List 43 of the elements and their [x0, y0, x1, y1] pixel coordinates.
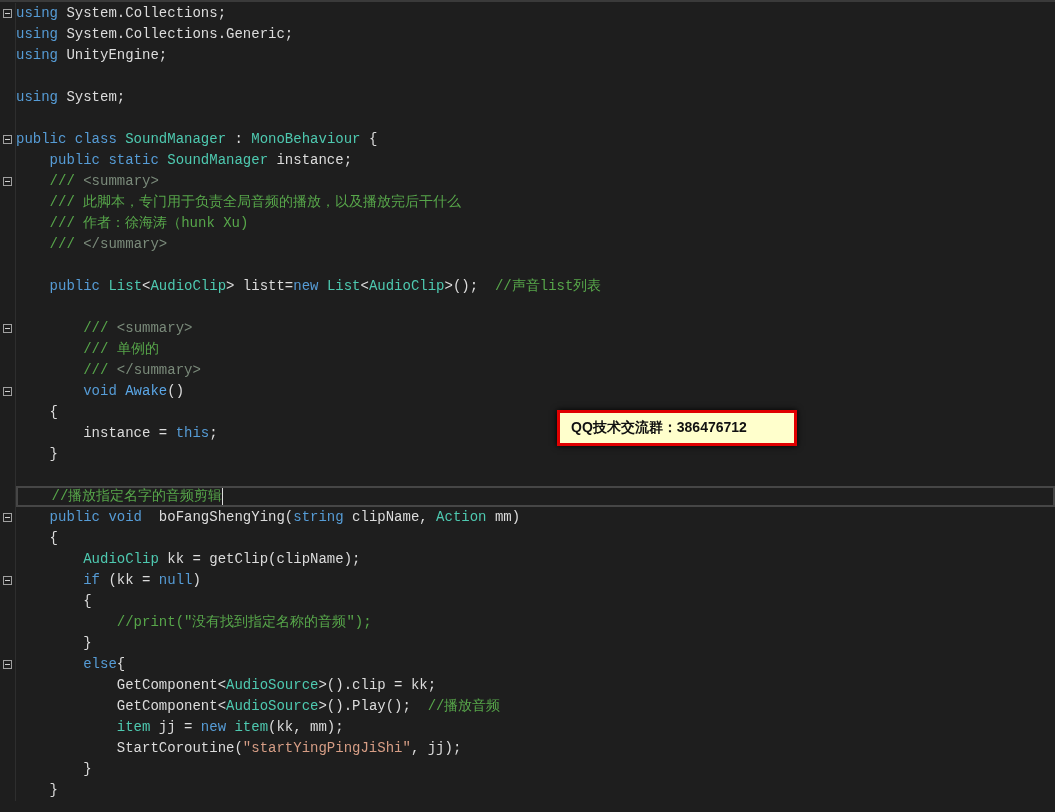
code-line: { [48, 403, 58, 422]
code-line: void Awake() [82, 382, 185, 401]
code-line: using System; [16, 88, 126, 107]
code-line: /// </summary> [48, 235, 168, 254]
collapse-icon[interactable] [3, 576, 12, 585]
code-line: else{ [82, 655, 126, 674]
code-line: /// <summary> [82, 319, 193, 338]
text-cursor [222, 488, 224, 505]
code-line: } [82, 760, 92, 779]
collapse-icon[interactable] [3, 177, 12, 186]
callout-label: QQ技术交流群：386476712 [557, 410, 797, 446]
code-line: using System.Collections; [16, 4, 227, 23]
code-comment: /// 单例的 [82, 340, 159, 359]
code-comment: /// 此脚本，专门用于负责全局音频的播放，以及播放完后干什么 [48, 193, 462, 212]
code-line: GetComponent<AudioSource>().Play(); //播放音频 [115, 697, 501, 716]
collapse-icon[interactable] [3, 513, 12, 522]
collapse-icon[interactable] [3, 660, 12, 669]
code-line: /// </summary> [82, 361, 201, 380]
code-line: { [48, 529, 58, 548]
collapse-icon[interactable] [3, 387, 12, 396]
code-comment: /// 作者：徐海涛（hunk Xu) [48, 214, 249, 233]
code-line: AudioClip kk = getClip(clipName); [82, 550, 361, 569]
code-line: /// <summary> [48, 172, 159, 191]
code-line: if (kk = null) [82, 571, 201, 590]
code-line: public class SoundManager : MonoBehaviour { [16, 130, 378, 149]
code-line: } [48, 445, 58, 464]
code-line: using UnityEngine; [16, 46, 168, 65]
code-line: item jj = new item(kk, mm); [115, 718, 344, 737]
code-comment: //print("没有找到指定名称的音频"); [115, 613, 372, 632]
code-line: } [48, 781, 58, 800]
collapse-icon[interactable] [3, 135, 12, 144]
code-line: using System.Collections.Generic; [16, 25, 294, 44]
code-comment: //播放指定名字的音频剪辑 [50, 487, 223, 506]
collapse-icon[interactable] [3, 9, 12, 18]
code-line: StartCoroutine("startYingPingJiShi", jj); [115, 739, 462, 758]
code-line: public void boFangShengYing(string clipName, Action mm) [48, 508, 521, 527]
code-line: instance = this; [82, 424, 218, 443]
code-line: GetComponent<AudioSource>().clip = kk; [115, 676, 437, 695]
code-line: { [82, 592, 92, 611]
code-line: public static SoundManager instance; [48, 151, 353, 170]
code-line: } [82, 634, 92, 653]
code-line: public List<AudioClip> listt=new List<AudioClip>(); //声音list列表 [48, 277, 602, 296]
collapse-icon[interactable] [3, 324, 12, 333]
